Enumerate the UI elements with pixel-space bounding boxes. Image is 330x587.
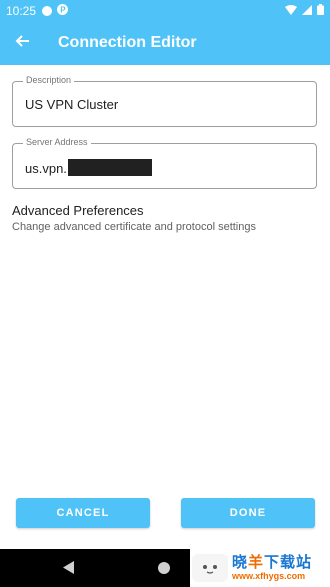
watermark-title-part-3: 下载站 <box>264 554 313 571</box>
wifi-icon <box>285 4 297 18</box>
redaction-block <box>67 159 152 176</box>
notification-circle-icon <box>42 5 53 16</box>
status-time: 10:25 <box>6 3 37 18</box>
nav-back-icon[interactable] <box>63 561 74 579</box>
advanced-preferences-subtitle: Change advanced certificate and protocol… <box>12 221 256 233</box>
server-address-value-wrap: us.vpn. <box>25 159 152 176</box>
advanced-preferences-title: Advanced Preferences <box>12 203 144 218</box>
description-value: US VPN Cluster <box>25 97 119 112</box>
done-button[interactable]: DONE <box>181 498 315 528</box>
status-bar: 10:25 P <box>0 0 330 21</box>
watermark-title-part-2: 羊 <box>248 554 265 571</box>
page-title: Connection Editor <box>58 34 197 51</box>
app-bar: Connection Editor <box>0 21 330 65</box>
cancel-button[interactable]: CANCEL <box>16 498 150 528</box>
description-label: Description <box>23 75 75 85</box>
server-address-value: us.vpn. <box>25 161 67 176</box>
nav-home-icon[interactable] <box>158 562 170 574</box>
watermark: 晓羊下载站 www.xfhygs.com <box>190 549 330 587</box>
advanced-preferences-item[interactable]: Advanced Preferences Change advanced cer… <box>12 203 322 239</box>
cellular-icon <box>302 4 312 18</box>
arrow-left-icon <box>14 33 30 54</box>
watermark-url: www.xfhygs.com <box>232 571 306 581</box>
battery-icon <box>317 3 324 18</box>
watermark-title: 晓羊下载站 <box>232 554 312 571</box>
server-address-field[interactable]: Server Address us.vpn. <box>12 137 317 189</box>
watermark-logo-icon <box>192 554 228 582</box>
description-field[interactable]: Description US VPN Cluster <box>12 75 317 127</box>
watermark-title-part-1: 晓 <box>232 554 249 571</box>
svg-text:P: P <box>60 5 66 14</box>
vpn-p-icon: P <box>57 3 69 18</box>
server-address-label: Server Address <box>23 137 91 147</box>
back-button[interactable] <box>0 21 44 65</box>
